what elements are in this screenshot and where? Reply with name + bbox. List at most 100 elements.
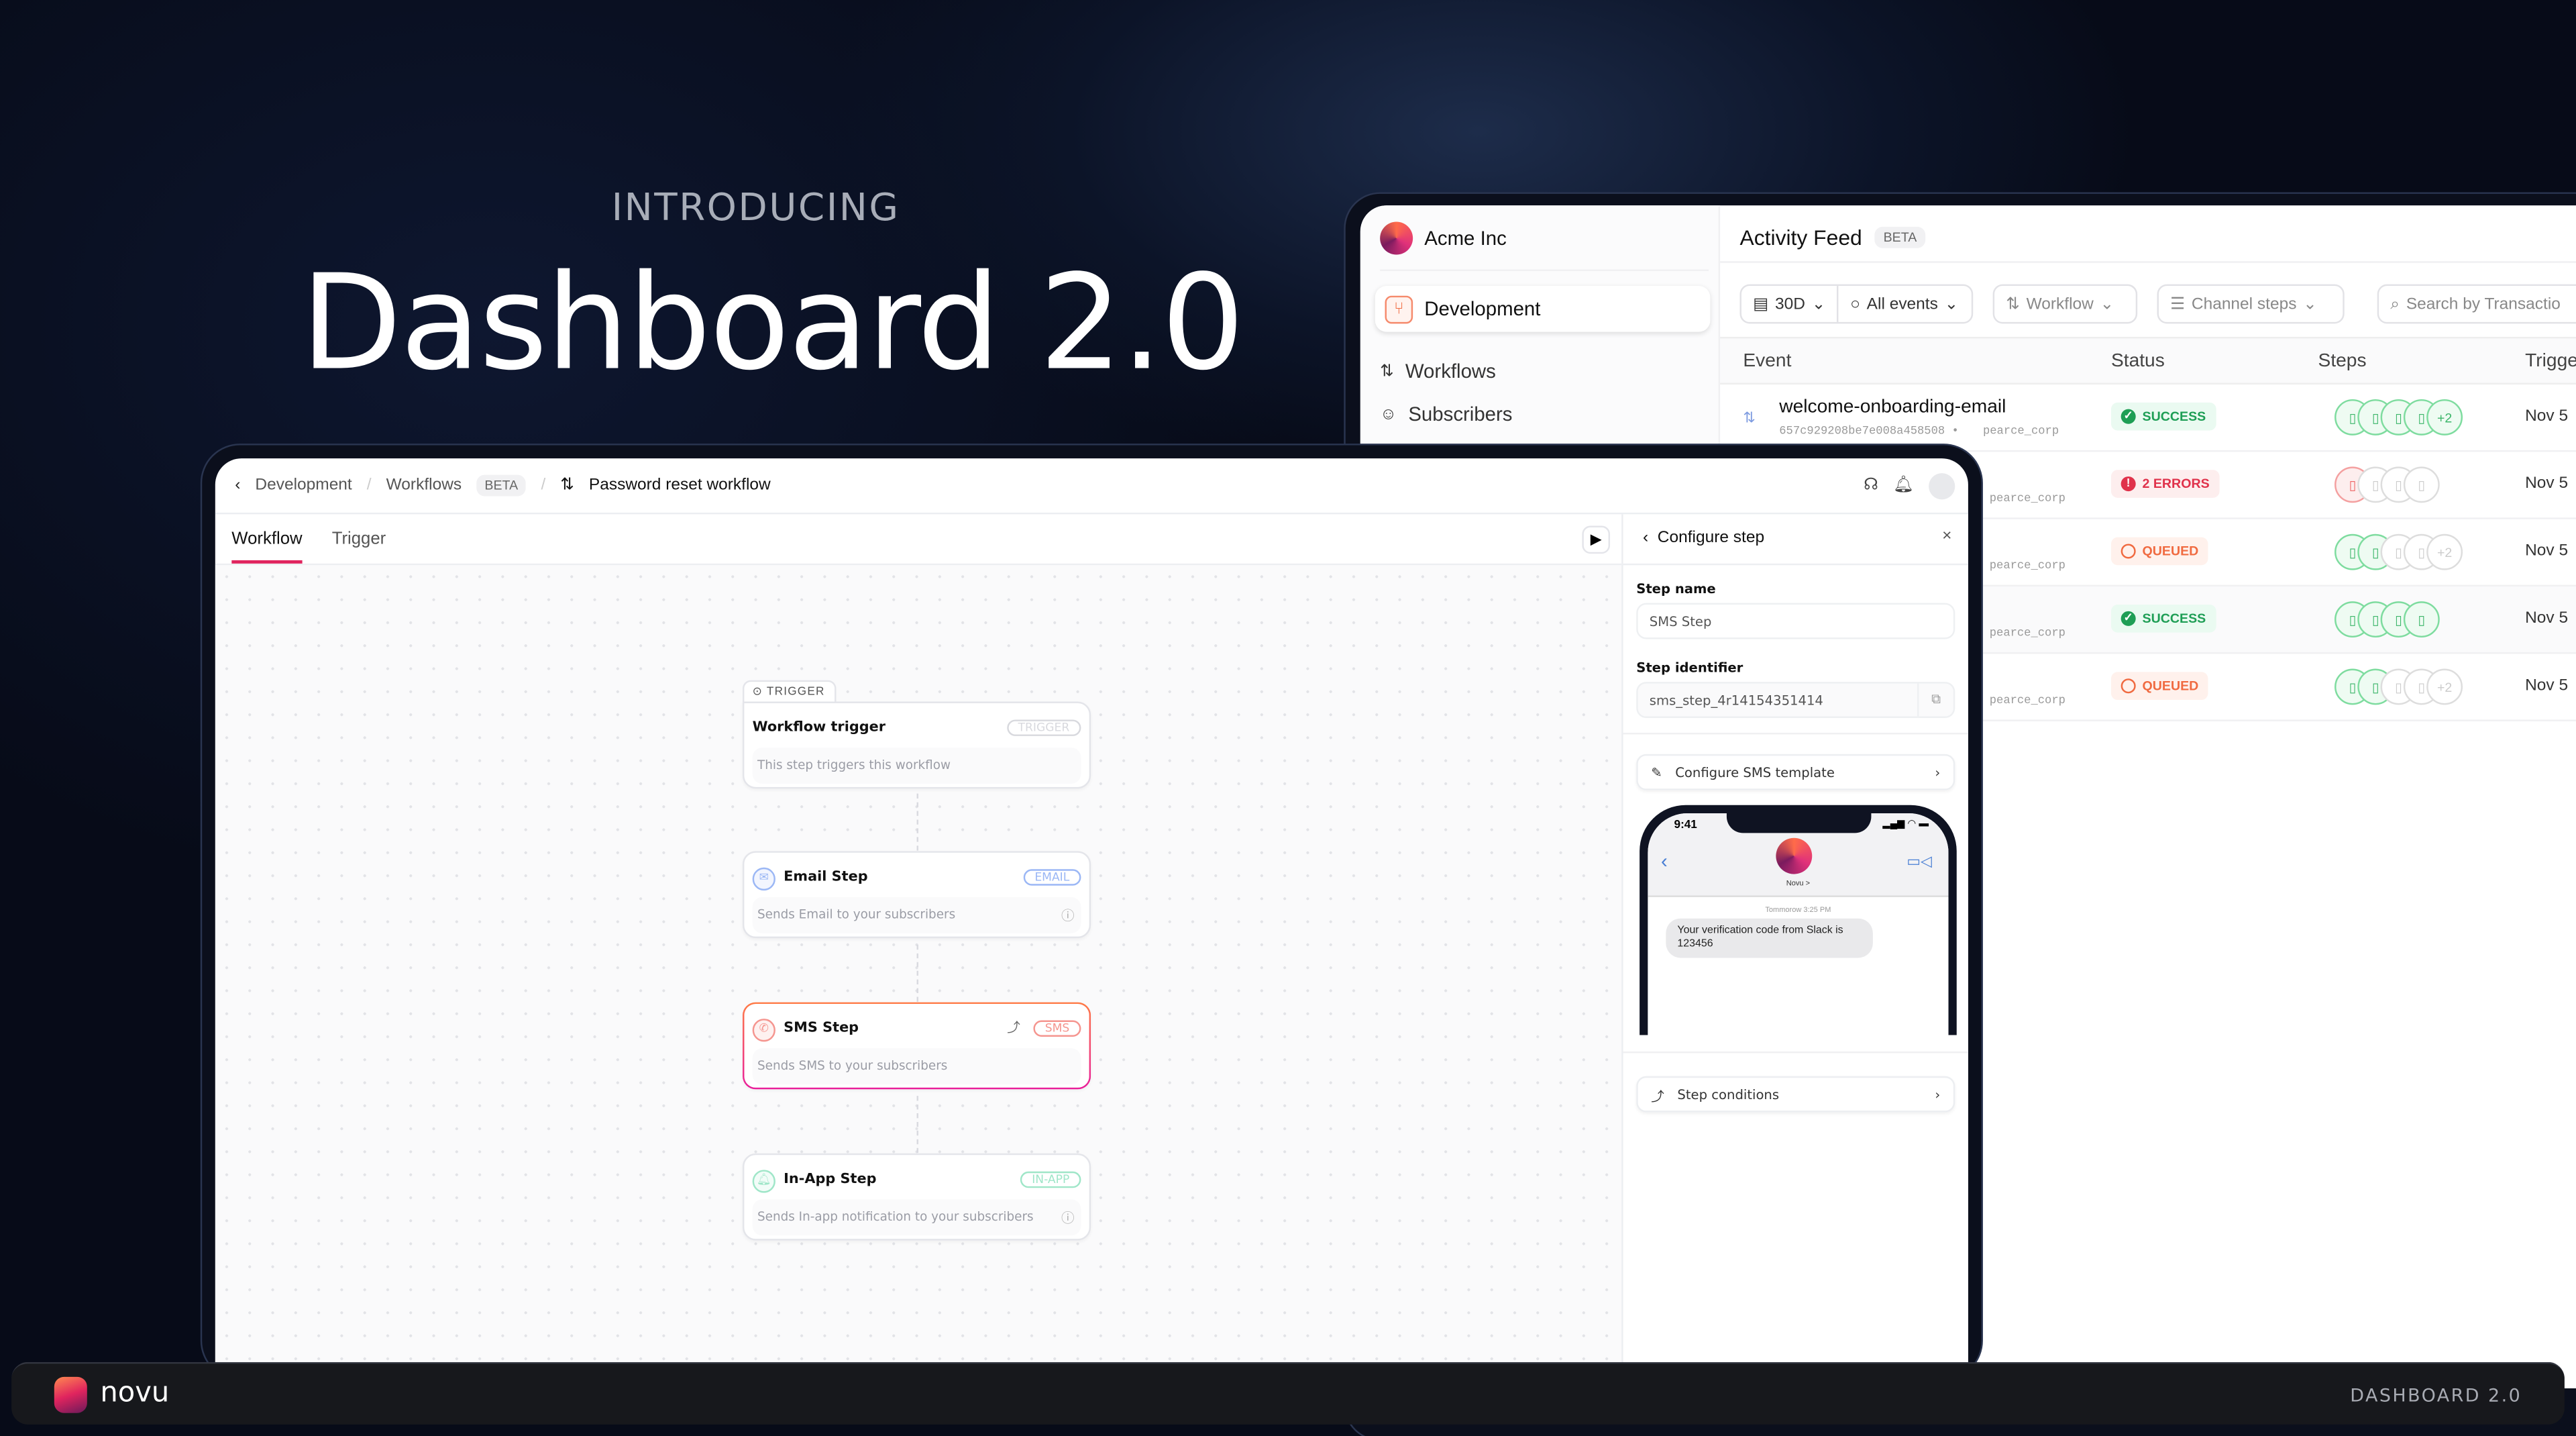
- period-events-filter[interactable]: ▤ 30D ⌄ ○ All events ⌄: [1739, 284, 1974, 324]
- search-icon: ⌕: [2390, 295, 2400, 313]
- status-badge: QUEUED: [2110, 537, 2209, 566]
- node-title: Workflow trigger: [752, 719, 886, 736]
- back-icon: ‹: [1660, 849, 1668, 873]
- column-trigger: Trigge: [2525, 351, 2576, 372]
- breadcrumb-workflows[interactable]: Workflows: [386, 476, 462, 495]
- subscriber-id: pearce_corp: [1989, 695, 2065, 709]
- channel-icon: ✉: [752, 867, 775, 891]
- status-badge: ✓ SUCCESS: [2110, 402, 2216, 431]
- brand-name: novu: [100, 1376, 170, 1410]
- video-icon: ▭◁: [1907, 852, 1933, 870]
- status-icons: ▂▄▆ ◠ ▬: [1882, 819, 1929, 830]
- steps-indicator: ▯ ▯ ▯ ▯: [2334, 601, 2440, 638]
- subscriber-id: pearce_corp: [1989, 493, 2065, 507]
- breadcrumb-development[interactable]: Development: [255, 476, 352, 495]
- subscriber-id: pearce_corp: [1989, 560, 2065, 574]
- column-status: Status: [2110, 351, 2165, 372]
- avatar[interactable]: [1929, 472, 1955, 499]
- workflow-filter[interactable]: ⇅ Workflow ⌄: [1992, 284, 2138, 324]
- node-title: In-App Step: [784, 1171, 877, 1188]
- chevron-right-icon: ›: [1935, 1087, 1941, 1102]
- trigger-label: ⊙ TRIGGER: [742, 680, 837, 702]
- trigger-date: Nov 5: [2525, 542, 2569, 560]
- back-icon[interactable]: ‹: [235, 476, 240, 495]
- refresh-icon: ○: [1850, 295, 1860, 313]
- sidebar-item-subscribers[interactable]: ☺ Subscribers: [1380, 403, 1512, 425]
- steps-indicator: ▯ ▯ ▯ ▯ +2: [2334, 399, 2463, 435]
- play-icon[interactable]: ▶: [1582, 525, 1611, 554]
- workflow-node-email[interactable]: ✉ Email Step EMAIL Sends Email to your subs…: [742, 851, 1091, 939]
- events-filter[interactable]: ○ All events ⌄: [1839, 295, 1970, 313]
- tab-trigger[interactable]: Trigger: [332, 529, 386, 548]
- trigger-date: Nov 5: [2525, 474, 2569, 493]
- footer-label: DASHBOARD 2.0: [2350, 1385, 2522, 1406]
- breadcrumb: ‹ Development / Workflows BETA / ⇅ Password …: [215, 458, 1968, 515]
- support-icon[interactable]: ☊: [1864, 476, 1878, 495]
- column-steps: Steps: [2318, 351, 2367, 372]
- list-icon: ☰: [2170, 295, 2186, 313]
- copy-icon[interactable]: ⧉: [1917, 683, 1953, 717]
- sidebar-item-label: Workflows: [1405, 360, 1496, 383]
- editor-tabs: Workflow Trigger ▶: [215, 514, 1622, 566]
- step-channel-icon: ▯: [2403, 466, 2440, 503]
- bell-icon[interactable]: 🔔︎: [1893, 476, 1914, 495]
- promo-banner: INTRODUCING Dashboard 2.0 Acme Inc ⑂ Deve…: [0, 0, 2576, 1436]
- node-type-badge: SMS: [1033, 1020, 1081, 1037]
- status-badge: ! 2 ERRORS: [2110, 470, 2220, 498]
- workflow-editor-window: ‹ Development / Workflows BETA / ⇅ Password …: [215, 458, 1968, 1379]
- period-filter[interactable]: ▤ 30D ⌄: [1741, 286, 1839, 322]
- workflow-node-in-app[interactable]: 🔔︎ In-App Step IN-APP Sends In-app notifica…: [742, 1153, 1091, 1241]
- calendar-icon: ▤: [1753, 295, 1769, 313]
- branch-icon: ⑂: [1385, 295, 1413, 323]
- node-type-badge: IN-APP: [1020, 1171, 1081, 1188]
- node-title: SMS Step: [784, 1020, 859, 1037]
- workflow-canvas[interactable]: ⊙ TRIGGER Workflow trigger TRIGGER This st…: [215, 565, 1622, 1379]
- subscribers-icon: ☺: [1380, 405, 1397, 423]
- step-name-input[interactable]: SMS Step: [1636, 603, 1955, 639]
- info-icon: ⓘ: [1061, 909, 1075, 924]
- channel-icon: 🔔︎: [752, 1170, 775, 1193]
- configure-template-button[interactable]: ✎ Configure SMS template ›: [1636, 754, 1955, 790]
- tab-workflow[interactable]: Workflow: [231, 529, 303, 564]
- column-event: Event: [1743, 351, 1792, 372]
- trigger-date: Nov 5: [2525, 407, 2569, 426]
- step-id-input[interactable]: sms_step_4r14154351414 ⧉: [1636, 682, 1955, 718]
- step-conditions-button[interactable]: ⤴ Step conditions ›: [1636, 1076, 1955, 1113]
- workflow-icon: ⇅: [560, 476, 574, 495]
- page-title: Activity Feed BETA: [1739, 225, 1925, 250]
- title-text: Activity Feed: [1739, 225, 1862, 250]
- sms-bubble: Your verification code from Slack is 123…: [1666, 918, 1873, 958]
- workflow-icon: ⇅: [1380, 362, 1394, 380]
- node-description: Sends In-app notification to your subscr…: [752, 1199, 1081, 1236]
- table-header: Event Status Steps Trigge: [1720, 336, 2576, 384]
- environment-switcher[interactable]: ⑂ Development: [1375, 286, 1711, 332]
- beta-badge: BETA: [476, 474, 527, 497]
- workflow-node-sms[interactable]: ✆ SMS Step SMS ⤴ Sends SMS to your subscribe…: [743, 1003, 1091, 1090]
- workflow-icon: ⇅: [1743, 409, 1756, 426]
- back-icon[interactable]: ‹: [1643, 529, 1648, 547]
- hero-title: Dashboard 2.0: [301, 246, 1244, 399]
- transaction-id: 657c929208be7e008a458508: [1779, 425, 1945, 439]
- transaction-search-input[interactable]: ⌕ Search by Transactio: [2377, 284, 2576, 324]
- org-switcher[interactable]: Acme Inc: [1380, 221, 1507, 255]
- channel-icon: ✆: [752, 1019, 775, 1042]
- tools-icon: ✎: [1651, 766, 1662, 781]
- node-title: Email Step: [784, 869, 868, 886]
- sidebar-item-label: Subscribers: [1408, 402, 1513, 426]
- workflow-node-trigger[interactable]: Workflow trigger TRIGGER This step trigger…: [742, 701, 1091, 789]
- table-row[interactable]: welcome-onboarding-email ⇅ 657c929208be7e0…: [1720, 384, 2576, 452]
- hero-kicker: INTRODUCING: [611, 187, 900, 230]
- channel-steps-filter[interactable]: ☰ Channel steps ⌄: [2157, 284, 2345, 324]
- subscriber-id: pearce_corp: [1989, 627, 2065, 641]
- footer-bar: novu DASHBOARD 2.0: [11, 1362, 2565, 1425]
- sidebar-item-workflows[interactable]: ⇅ Workflows: [1380, 360, 1496, 382]
- close-icon[interactable]: ×: [1942, 527, 1951, 546]
- event-name[interactable]: welcome-onboarding-email: [1779, 398, 2006, 417]
- status-badge: QUEUED: [2110, 672, 2209, 701]
- workflow-icon: ⇅: [2006, 295, 2020, 313]
- route-icon: ⤴: [1651, 1089, 1664, 1105]
- trigger-date: Nov 5: [2525, 676, 2569, 695]
- contact-name: Novu >: [1786, 878, 1811, 888]
- trigger-date: Nov 5: [2525, 609, 2569, 628]
- novu-logo: [54, 1376, 87, 1413]
